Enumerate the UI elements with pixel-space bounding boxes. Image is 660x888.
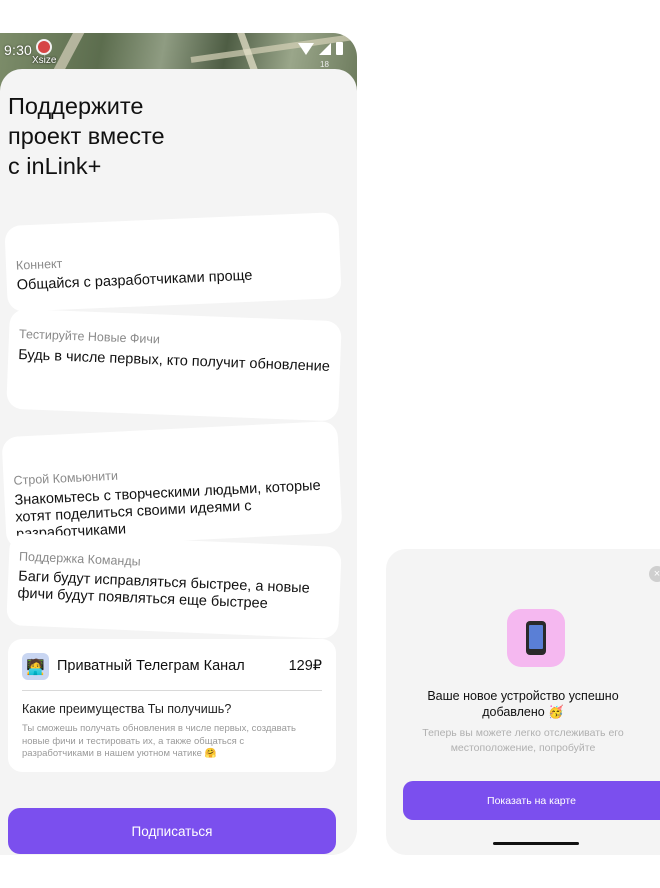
plan-name: Приватный Телеграм Канал (57, 658, 245, 674)
success-title: Ваше новое устройство успешно добавлено … (427, 689, 619, 719)
feature-card-community: Строй Комьюнити Знакомьтесь с творческим… (1, 420, 343, 550)
wifi-icon (298, 43, 314, 55)
show-on-map-button[interactable]: Показать на карте (403, 781, 660, 820)
subscription-plan-card[interactable]: 🧑‍💻 Приватный Телеграм Канал 129₽ Какие … (8, 639, 336, 772)
feature-label: Тестируйте Новые Фичи (18, 327, 161, 347)
developer-avatar-icon: 🧑‍💻 (22, 653, 49, 680)
feature-text: Знакомьтесь с творческими людьми, которы… (14, 477, 321, 543)
feature-text: Общайся с разработчиками проще (16, 267, 253, 294)
feature-text: Будь в числе первых, кто получит обновле… (17, 347, 331, 375)
battery-icon (336, 42, 343, 55)
device-added-sheet: × Ваше новое устройство успешно добавлен… (386, 549, 660, 855)
feature-label: Поддержка Команды (18, 549, 141, 569)
divider (22, 690, 322, 691)
feature-label: Коннект (15, 256, 63, 273)
benefits-description: Ты сможешь получать обновления в числе п… (22, 723, 296, 759)
subscribe-button[interactable]: Подписаться (8, 808, 336, 854)
feature-card-connect: Коннект Общайся с разработчиками проще (4, 212, 342, 312)
status-time: 9:30 (4, 42, 33, 58)
status-bar: 9:30 (0, 33, 357, 67)
plan-price: 129₽ (288, 658, 322, 674)
subscription-screen: Xsize 18 9:30 Поддержите проект вместе с… (0, 33, 357, 855)
mobile-phone-icon (526, 621, 546, 655)
close-icon[interactable]: × (649, 566, 660, 582)
feature-text: Баги будут исправляться быстрее, а новые… (17, 568, 311, 612)
feature-card-testing: Тестируйте Новые Фичи Будь в числе первы… (6, 308, 342, 422)
benefits-question: Какие преимущества Ты получишь? (22, 702, 232, 716)
feature-label: Строй Комьюнити (13, 468, 119, 488)
signal-icon (319, 43, 331, 55)
home-indicator[interactable] (493, 842, 579, 845)
device-tile (507, 609, 565, 667)
bottom-sheet: Поддержите проект вместе с inLink+ Конне… (0, 69, 357, 855)
page-title: Поддержите проект вместе с inLink+ (8, 93, 165, 179)
feature-card-team-support: Поддержка Команды Баги будут исправлятьс… (6, 533, 342, 639)
success-subtitle: Теперь вы можете легко отслеживать его м… (422, 727, 624, 754)
